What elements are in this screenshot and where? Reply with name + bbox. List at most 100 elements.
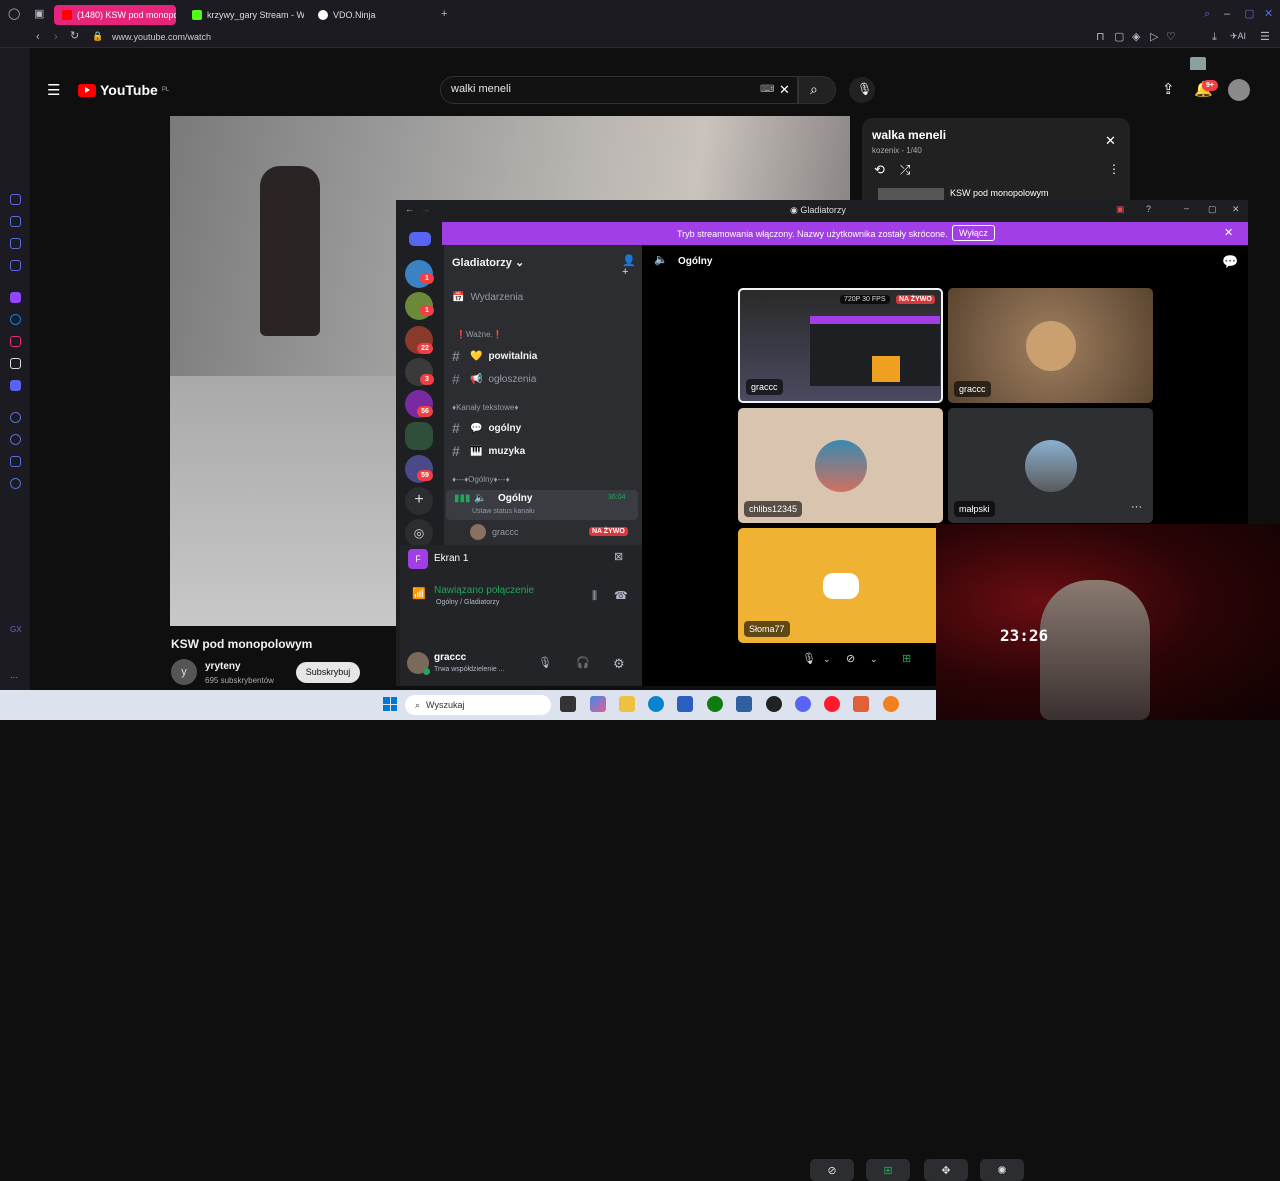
xbox-icon[interactable] bbox=[707, 696, 723, 712]
screen-share-button[interactable]: ⊞ bbox=[866, 1159, 910, 1181]
channel-name[interactable]: yryteny bbox=[205, 661, 241, 672]
tile-avatar[interactable]: chlibs12345 bbox=[738, 408, 943, 523]
player-sidebar-icon[interactable] bbox=[10, 412, 21, 423]
voice-channel-ogolny[interactable]: ▮▮▮ 🔈 Ogólny 36:04 Ustaw status kanału bbox=[446, 490, 638, 520]
disconnect-icon[interactable]: ☎ bbox=[614, 591, 628, 602]
tile-default[interactable]: Słoma77 bbox=[738, 528, 943, 643]
playlist-item-title[interactable]: KSW pod monopolowym bbox=[950, 188, 1049, 198]
headphones-icon[interactable]: 🎧 bbox=[576, 658, 590, 669]
discord-sidebar-icon[interactable] bbox=[10, 380, 21, 391]
channel-status-hint[interactable]: Ustaw status kanału bbox=[472, 508, 535, 515]
channel-ogolny[interactable]: # 💬 ogólny bbox=[452, 420, 521, 436]
settings-icon[interactable] bbox=[10, 478, 21, 489]
keyboard-icon[interactable]: ⌨ bbox=[760, 85, 774, 95]
add-member-icon[interactable]: 👤+ bbox=[622, 256, 642, 278]
tab-youtube[interactable]: (1480) KSW pod monopolowym bbox=[54, 5, 176, 25]
clock-icon[interactable] bbox=[10, 434, 21, 445]
search-button[interactable]: ⌕ bbox=[798, 76, 836, 104]
opera-gx-icon[interactable] bbox=[824, 696, 840, 712]
connection-status[interactable]: Nawiązano połączenie bbox=[434, 585, 534, 596]
minimize-icon[interactable]: – bbox=[1224, 9, 1230, 20]
tile-camera[interactable]: graccc bbox=[948, 288, 1153, 403]
forward-icon[interactable]: › bbox=[54, 32, 58, 43]
store-icon[interactable] bbox=[677, 696, 693, 712]
bookmark-icon[interactable]: ⊓ bbox=[1096, 32, 1105, 43]
mic-icon[interactable]: 🎙 bbox=[538, 658, 552, 669]
file-explorer-icon[interactable] bbox=[619, 696, 635, 712]
chevron-down-icon[interactable]: ⌄ bbox=[823, 655, 831, 664]
user-name[interactable]: graccc bbox=[434, 652, 466, 663]
tile-stream[interactable]: 720P 30 FPS NA ŻYWO graccc bbox=[738, 288, 943, 403]
close-playlist-icon[interactable]: ✕ bbox=[1105, 134, 1116, 147]
more-options-icon[interactable]: ⋮ bbox=[1108, 163, 1120, 175]
voice-search-button[interactable]: 🎙 bbox=[849, 77, 875, 103]
category-general[interactable]: ♦---♦Ogólny♦---♦ bbox=[452, 475, 510, 484]
mic-control-icon[interactable]: 🎙 bbox=[802, 654, 816, 665]
close-icon[interactable]: ✕ bbox=[1232, 205, 1240, 214]
tile-avatar[interactable]: małpski ··· bbox=[948, 408, 1153, 523]
stop-share-icon[interactable]: ⊠ bbox=[614, 552, 623, 563]
member-avatar[interactable] bbox=[470, 524, 486, 540]
add-server-icon[interactable]: + bbox=[405, 487, 433, 515]
search-input[interactable]: walki meneli bbox=[440, 76, 798, 104]
obs-icon[interactable] bbox=[853, 696, 869, 712]
tab-kick[interactable]: krzywy_gary Stream - Wat bbox=[184, 5, 304, 25]
gx-icon[interactable]: GX bbox=[10, 626, 22, 634]
more-options-icon[interactable]: ··· bbox=[1131, 502, 1142, 513]
aria-icon[interactable] bbox=[10, 216, 21, 227]
back-icon[interactable]: ← bbox=[405, 205, 414, 214]
inbox-icon[interactable]: ▣ bbox=[1116, 205, 1125, 214]
crypto-wallet-icon[interactable] bbox=[10, 238, 21, 249]
tiktok-icon[interactable] bbox=[10, 358, 21, 369]
chat-icon[interactable]: 💬 bbox=[1222, 255, 1238, 268]
instagram-icon[interactable] bbox=[10, 336, 21, 347]
steam-icon[interactable] bbox=[766, 696, 782, 712]
shield-icon[interactable]: ◈ bbox=[1132, 32, 1140, 43]
task-view-icon[interactable] bbox=[560, 696, 576, 712]
mail-icon[interactable] bbox=[10, 260, 21, 271]
search-tabs-icon[interactable]: ⌕ bbox=[1204, 9, 1210, 20]
shuffle-icon[interactable]: ⤮ bbox=[900, 163, 910, 176]
voice-member-name[interactable]: graccc bbox=[492, 527, 519, 537]
share-control-icon[interactable]: ⊞ bbox=[902, 654, 911, 665]
maximize-icon[interactable]: ▢ bbox=[1244, 9, 1254, 20]
account-avatar[interactable] bbox=[1228, 79, 1250, 101]
disable-streamer-mode-button[interactable]: Wyłącz bbox=[952, 225, 995, 241]
server-icon-active[interactable] bbox=[405, 422, 433, 450]
channel-ogloszenia[interactable]: # 📢 ogłoszenia bbox=[452, 371, 536, 387]
camera-control-icon[interactable]: ⊘ bbox=[846, 654, 855, 665]
extensions-icon[interactable] bbox=[10, 456, 21, 467]
chevron-down-icon[interactable]: ⌄ bbox=[870, 655, 878, 664]
category-text[interactable]: ♦Kanały tekstowe♦ bbox=[452, 403, 518, 412]
activities-button[interactable]: ✥ bbox=[924, 1159, 968, 1181]
copilot-icon[interactable] bbox=[590, 696, 606, 712]
snapshot-icon[interactable]: ▢ bbox=[1114, 32, 1124, 43]
history-icon[interactable] bbox=[10, 194, 21, 205]
twitch-icon[interactable] bbox=[10, 292, 21, 303]
player-icon[interactable]: ▷ bbox=[1150, 32, 1158, 43]
ai-icon[interactable]: ✈AI bbox=[1230, 32, 1246, 41]
upload-icon[interactable]: ⇪ bbox=[1162, 82, 1175, 97]
app-icon[interactable] bbox=[736, 696, 752, 712]
close-icon[interactable]: ✕ bbox=[1264, 9, 1273, 20]
forward-icon[interactable]: → bbox=[421, 205, 430, 214]
app-icon[interactable] bbox=[883, 696, 899, 712]
close-banner-icon[interactable]: ✕ bbox=[1224, 228, 1233, 239]
explore-icon[interactable]: ◎ bbox=[405, 519, 433, 547]
events-item[interactable]: 📅 Wydarzenia bbox=[452, 292, 523, 303]
channel-muzyka[interactable]: # 🎹 muzyka bbox=[452, 443, 525, 459]
soundboard-button[interactable]: ✺ bbox=[980, 1159, 1024, 1181]
youtube-logo[interactable]: YouTube PL bbox=[78, 82, 169, 98]
subscribe-button[interactable]: Subskrybuj bbox=[296, 662, 360, 683]
taskbar-search[interactable]: ⌕ Wyszukaj bbox=[405, 695, 551, 715]
messenger-icon[interactable] bbox=[10, 314, 21, 325]
reload-icon[interactable]: ↻ bbox=[70, 31, 79, 42]
edge-icon[interactable] bbox=[648, 696, 664, 712]
download-icon[interactable]: ⤓ bbox=[1212, 32, 1217, 43]
channel-avatar[interactable]: y bbox=[171, 659, 197, 685]
more-icon[interactable]: ··· bbox=[10, 674, 18, 682]
heart-icon[interactable]: ♡ bbox=[1166, 32, 1176, 43]
discord-home-icon[interactable] bbox=[409, 232, 431, 246]
clear-search-icon[interactable]: ✕ bbox=[779, 83, 790, 96]
channel-powitalnia[interactable]: # 💛 powitalnia bbox=[452, 348, 537, 364]
